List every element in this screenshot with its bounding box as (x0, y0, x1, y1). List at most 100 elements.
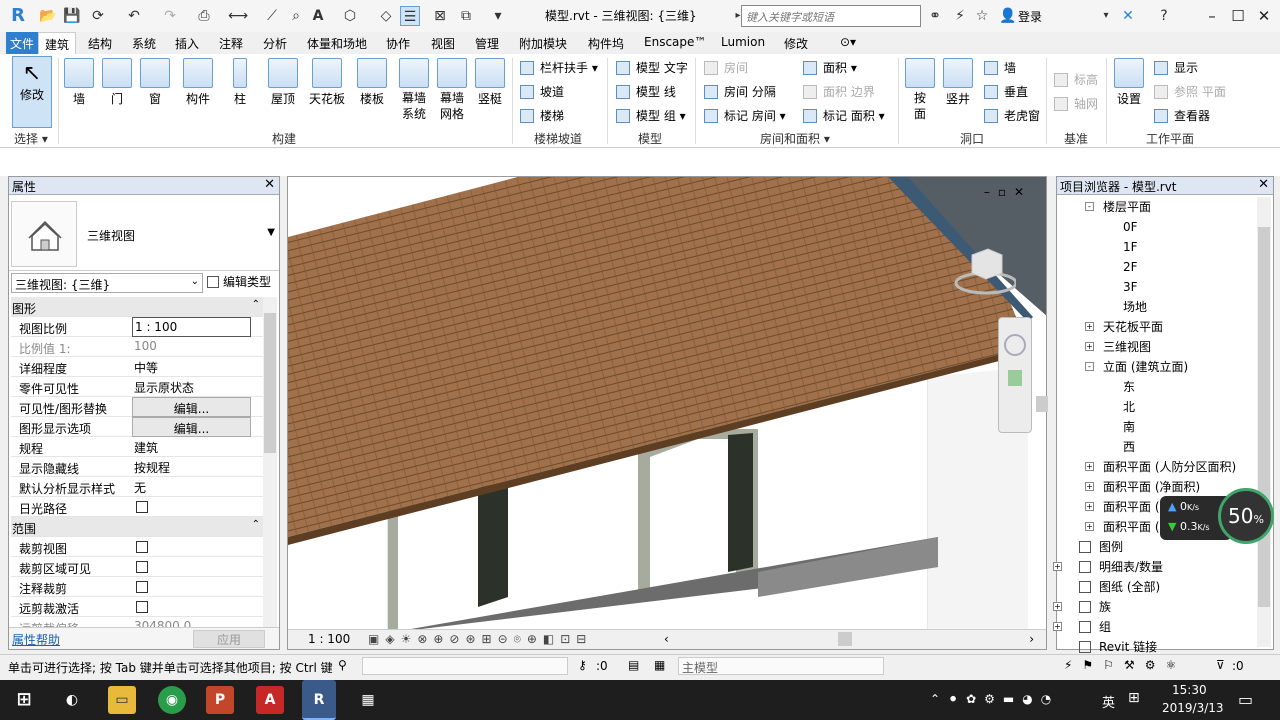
calculator-icon[interactable]: ▦ (354, 686, 382, 714)
view-window-controls[interactable]: –▫✕ (984, 185, 1032, 199)
task-view-icon[interactable]: ◐ (58, 686, 86, 714)
autocad-icon[interactable]: A (256, 686, 284, 714)
expand-icon[interactable]: + (1085, 462, 1094, 471)
selection-filter-icons[interactable]: ⚡⚑⚐⚒⚙⚛ (1064, 658, 1186, 672)
login-dropdown-icon[interactable]: ▾ (1096, 6, 1116, 26)
browser-node[interactable]: 东 (1059, 377, 1259, 397)
close-icon[interactable]: ✕ (264, 177, 275, 192)
model-icon[interactable]: ▦ (654, 658, 665, 672)
property-checkbox[interactable] (136, 501, 148, 513)
expand-icon[interactable]: + (1053, 622, 1062, 631)
tag-area-button[interactable]: 标记 面积 ▾ (803, 107, 885, 125)
browser-node[interactable]: 图纸 (全部) (1059, 577, 1259, 597)
login-button[interactable]: 登录 (1018, 8, 1042, 25)
browser-node[interactable]: 西 (1059, 437, 1259, 457)
instance-filter-dropdown[interactable]: 三维视图: {三维} ⌄ (11, 273, 203, 293)
v-scroll-thumb[interactable] (1036, 396, 1048, 412)
wall-opening-button[interactable]: 墙 (984, 59, 1016, 77)
browser-node[interactable]: + 族 (1053, 597, 1259, 617)
grid-button[interactable]: 轴网 (1054, 95, 1098, 113)
undo-icon[interactable]: ↶ (124, 6, 144, 26)
browser-node[interactable]: + 面积平面 (人防分区面积) (1059, 457, 1259, 477)
h-scroll-thumb[interactable] (838, 632, 852, 646)
room-separator-button[interactable]: 房间 分隔 (704, 83, 776, 101)
shaft-button[interactable]: 竖井 (940, 58, 976, 107)
properties-scrollbar[interactable] (263, 297, 277, 627)
type-dropdown-icon[interactable]: ▼ (267, 227, 275, 238)
switch-windows-icon[interactable]: ⧉ (456, 6, 476, 26)
browser-node[interactable]: - 楼层平面 (1059, 197, 1259, 217)
tab-massing[interactable]: 体量和场地 (307, 35, 367, 52)
view-scale[interactable]: 1 : 100 (308, 632, 350, 646)
exchange-apps-icon[interactable]: ✕ (1118, 6, 1138, 26)
tab-analyze[interactable]: 分析 (263, 35, 287, 52)
tab-view[interactable]: 视图 (431, 35, 455, 52)
workset-icon[interactable]: ⚲ (338, 658, 347, 672)
type-selector[interactable]: 三维视图 ▼ (9, 195, 279, 271)
room-button[interactable]: 房间 (704, 59, 748, 77)
powerpoint-icon[interactable]: P (206, 686, 234, 714)
viewer-button[interactable]: 查看器 (1154, 107, 1210, 125)
collapse-icon[interactable]: - (1085, 362, 1094, 371)
navigation-bar[interactable] (998, 317, 1032, 433)
tab-lumion[interactable]: Lumion (721, 35, 765, 49)
ime-mode-icon[interactable]: ⊞ (1128, 690, 1140, 706)
align-dimension-icon[interactable]: ⟋ (262, 6, 282, 26)
modify-button[interactable]: ↖ 修改 (12, 56, 52, 128)
clock-date[interactable]: 2019/3/13 (1162, 701, 1224, 715)
property-value[interactable]: 无 (132, 477, 251, 497)
floor-button[interactable]: 楼板 (352, 58, 392, 107)
close-window-icon[interactable]: ✕ (1252, 4, 1276, 28)
edit-button[interactable]: 编辑... (132, 417, 251, 437)
railing-button[interactable]: 栏杆扶手 ▾ (520, 59, 598, 77)
set-workplane-button[interactable]: 设置 (1112, 58, 1146, 107)
browser-scrollbar[interactable] (1257, 197, 1271, 647)
revit-logo-icon[interactable]: R (8, 6, 28, 26)
zoom-icon[interactable] (1008, 370, 1022, 386)
revit-taskbar-icon[interactable]: R (302, 680, 336, 720)
customize-qat-icon[interactable]: ▾ (488, 6, 508, 26)
model-line-button[interactable]: 模型 线 (616, 83, 676, 101)
search-input[interactable]: 键入关键字或短语 (741, 5, 921, 27)
ribbon-toggle-icon[interactable]: ⊙▾ (840, 35, 856, 49)
tab-file[interactable]: 文件 (6, 32, 39, 54)
select-group-label[interactable]: 选择 ▾ (14, 130, 48, 147)
3d-view-icon[interactable]: ⬡ (340, 6, 360, 26)
tray-icons[interactable]: ⌃⚫✿⚙▬◕◔ (930, 692, 1059, 706)
browser-node[interactable]: 南 (1059, 417, 1259, 437)
filter-icon[interactable]: ⊽ (1216, 658, 1225, 672)
tab-modify[interactable]: 修改 (784, 35, 808, 52)
expand-icon[interactable]: + (1053, 562, 1062, 571)
scroll-right-icon[interactable]: › (1029, 632, 1034, 646)
browser-node[interactable]: + 天花板平面 (1059, 317, 1259, 337)
3d-viewport[interactable]: –▫✕ 1 : 100 ▣◈☀⊗⊕⊘⊛⊞⊝⌾⊕◧⊡⊟ ‹ › (287, 176, 1047, 650)
apply-button[interactable]: 应用 (193, 630, 265, 648)
section-icon[interactable]: ◇ (376, 6, 396, 26)
open-icon[interactable]: 📂 (38, 6, 58, 26)
room-area-group-label[interactable]: 房间和面积 ▾ (760, 130, 830, 147)
print-icon[interactable]: ⎙ (194, 6, 214, 26)
tag-room-button[interactable]: 标记 房间 ▾ (704, 107, 786, 125)
close-hidden-icon[interactable]: ⊠ (430, 6, 450, 26)
model-text-button[interactable]: 模型 文字 (616, 59, 688, 77)
ref-plane-button[interactable]: 参照 平面 (1154, 83, 1226, 101)
tab-systems[interactable]: 系统 (132, 35, 156, 52)
tab-component-dock[interactable]: 构件坞 (588, 35, 624, 52)
browser-node[interactable]: 2F (1059, 257, 1259, 277)
area-button[interactable]: 面积 ▾ (803, 59, 857, 77)
model-group-button[interactable]: 模型 组 ▾ (616, 107, 686, 125)
expand-icon[interactable]: + (1085, 322, 1094, 331)
sync-icon[interactable]: ⟳ (88, 6, 108, 26)
net-speed-widget[interactable]: ▲ 0K/s ▼ 0.3K/s 50% (1160, 488, 1276, 544)
editable-only-icon[interactable]: ⚷ (578, 658, 587, 672)
tab-collaborate[interactable]: 协作 (386, 35, 410, 52)
minimize-icon[interactable]: – (1200, 4, 1224, 28)
tab-enscape[interactable]: Enscape™ (644, 35, 706, 49)
tab-architecture[interactable]: 建筑 (38, 32, 77, 54)
property-value[interactable]: 按规程 (132, 457, 251, 477)
design-option-dropdown[interactable]: 主模型 (678, 657, 884, 675)
curtain-system-button[interactable]: 幕墙 系统 (396, 58, 432, 122)
expand-icon[interactable]: + (1053, 602, 1062, 611)
tab-structure[interactable]: 结构 (88, 35, 112, 52)
expand-icon[interactable]: + (1085, 482, 1094, 491)
